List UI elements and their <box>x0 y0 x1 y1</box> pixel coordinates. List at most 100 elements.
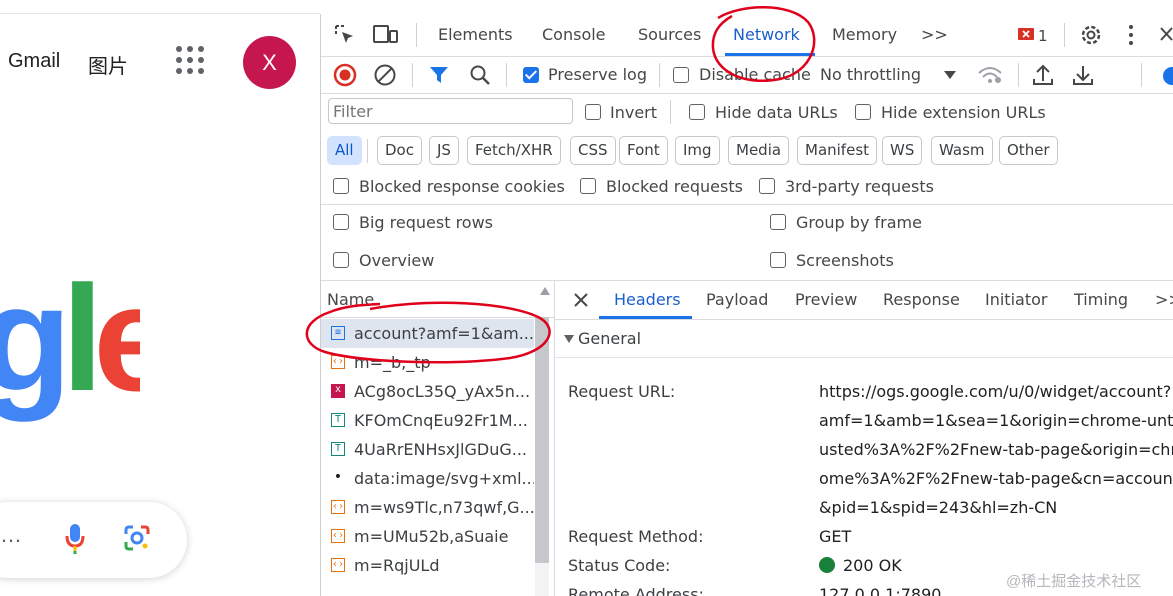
filter-input[interactable] <box>328 98 573 124</box>
big-rows-checkbox[interactable] <box>333 214 349 230</box>
request-method-value: GET <box>819 527 852 546</box>
chip-ws[interactable]: WS <box>882 136 923 165</box>
device-toolbar-icon[interactable] <box>373 24 399 46</box>
tab-response[interactable]: Response <box>883 290 960 309</box>
clear-icon[interactable] <box>373 63 397 87</box>
request-detail-pane: Headers Payload Preview Response Initiat… <box>555 281 1173 596</box>
chip-media[interactable]: Media <box>728 136 790 165</box>
overview-checkbox[interactable] <box>333 252 349 268</box>
data-url-dot-icon: • <box>333 469 343 485</box>
general-section-header[interactable]: General <box>555 320 1173 358</box>
microphone-icon[interactable] <box>65 522 85 554</box>
error-icon[interactable] <box>1018 28 1034 42</box>
request-url-line: ome%3A%2F%2Fnew-tab-page&cn=account <box>819 469 1173 488</box>
chip-css[interactable]: CSS <box>570 136 616 165</box>
devtools-tab-bar: Elements Console Sources Network Memory … <box>321 14 1173 57</box>
status-code-label: Status Code: <box>568 556 671 575</box>
status-ok-icon <box>819 557 835 573</box>
remote-address-label: Remote Address: <box>568 585 704 596</box>
more-tabs-button[interactable]: >> <box>921 25 948 44</box>
tab-headers[interactable]: Headers <box>614 290 681 309</box>
tab-elements[interactable]: Elements <box>438 25 513 44</box>
more-options-icon[interactable] <box>1127 24 1135 46</box>
script-icon: ‹› <box>331 558 345 572</box>
hide-extension-urls-checkbox[interactable] <box>855 104 871 120</box>
invert-checkbox[interactable] <box>585 104 601 120</box>
sort-ascending-icon[interactable] <box>540 287 550 295</box>
request-list-scrollbar-thumb[interactable] <box>535 317 549 563</box>
screenshots-checkbox[interactable] <box>770 252 786 268</box>
overview-label: Overview <box>359 251 435 270</box>
tab-timing[interactable]: Timing <box>1074 290 1128 309</box>
throttling-select[interactable]: No throttling <box>820 65 921 84</box>
chip-js[interactable]: JS <box>429 136 459 165</box>
disable-cache-checkbox[interactable] <box>673 67 689 83</box>
inspect-element-icon[interactable] <box>334 24 356 46</box>
third-party-checkbox[interactable] <box>759 178 775 194</box>
request-name: 4UaRrENHsxJlGDuG... <box>354 440 527 459</box>
import-har-icon[interactable] <box>1032 63 1054 87</box>
chip-wasm[interactable]: Wasm <box>931 136 993 165</box>
filter-icon[interactable] <box>429 65 449 85</box>
google-lens-icon[interactable] <box>123 524 151 552</box>
google-new-tab-page: Gmail 图片 X gle … <box>0 0 320 596</box>
error-count[interactable]: 1 <box>1038 27 1048 45</box>
search-icon[interactable] <box>469 64 491 86</box>
export-har-icon[interactable] <box>1072 63 1094 87</box>
gmail-link[interactable]: Gmail <box>8 50 60 73</box>
tab-preview[interactable]: Preview <box>795 290 857 309</box>
name-column-header[interactable]: Name <box>321 281 554 318</box>
blocked-requests-label: Blocked requests <box>606 177 743 196</box>
google-logo: gle <box>0 280 140 422</box>
settings-gear-icon[interactable] <box>1079 23 1103 47</box>
request-row[interactable]: ‹› m=RqjULd <box>321 551 534 580</box>
chip-other[interactable]: Other <box>999 136 1058 165</box>
network-settings-gear-icon[interactable] <box>1161 65 1173 87</box>
request-row[interactable]: ≡ account?amf=1&am... <box>321 319 534 348</box>
chip-font[interactable]: Font <box>619 136 668 165</box>
request-row[interactable]: ‹› m=ws9Tlc,n73qwf,G... <box>321 493 534 522</box>
network-settings-pane: Big request rows Group by frame Overview… <box>321 204 1173 281</box>
group-by-frame-checkbox[interactable] <box>770 214 786 230</box>
chip-doc[interactable]: Doc <box>377 136 422 165</box>
preserve-log-checkbox[interactable] <box>523 67 539 83</box>
separator <box>659 63 660 87</box>
account-avatar[interactable]: X <box>243 36 296 89</box>
blocked-cookies-checkbox[interactable] <box>333 178 349 194</box>
request-row[interactable]: x ACg8ocL35Q_yAx5n... <box>321 377 534 406</box>
network-toolbar: Preserve log Disable cache No throttling <box>321 56 1173 94</box>
tab-memory[interactable]: Memory <box>832 25 897 44</box>
hide-data-urls-checkbox[interactable] <box>689 104 705 120</box>
third-party-label: 3rd-party requests <box>785 177 934 196</box>
tab-network[interactable]: Network <box>733 25 800 44</box>
tab-console[interactable]: Console <box>542 25 606 44</box>
apps-grid-icon[interactable] <box>176 46 204 74</box>
close-detail-icon[interactable] <box>573 292 589 308</box>
blocked-requests-checkbox[interactable] <box>580 178 596 194</box>
dropdown-arrow-icon[interactable] <box>943 70 957 80</box>
request-row[interactable]: • data:image/svg+xml... <box>321 464 534 493</box>
status-holder <box>555 557 835 573</box>
network-conditions-icon[interactable] <box>977 65 1003 85</box>
stop-recording-icon[interactable] <box>333 63 357 87</box>
blocked-cookies-label: Blocked response cookies <box>359 177 565 196</box>
hide-data-urls-label: Hide data URLs <box>715 103 838 122</box>
separator <box>367 139 368 163</box>
more-detail-tabs-button[interactable]: >> <box>1155 290 1173 309</box>
request-row[interactable]: T KFOmCnqEu92Fr1M... <box>321 406 534 435</box>
chip-img[interactable]: Img <box>675 136 720 165</box>
tab-initiator[interactable]: Initiator <box>985 290 1047 309</box>
request-row[interactable]: T 4UaRrENHsxJlGDuG... <box>321 435 534 464</box>
close-devtools-icon[interactable] <box>1159 25 1173 43</box>
tab-sources[interactable]: Sources <box>638 25 701 44</box>
chip-manifest[interactable]: Manifest <box>797 136 878 165</box>
chip-all[interactable]: All <box>327 136 362 165</box>
request-row[interactable]: ‹› m=_b,_tp <box>321 348 534 377</box>
chip-fetch-xhr[interactable]: Fetch/XHR <box>467 136 561 165</box>
tab-payload[interactable]: Payload <box>706 290 768 309</box>
separator <box>1018 63 1019 87</box>
images-link[interactable]: 图片 <box>88 50 128 79</box>
search-box[interactable]: … <box>0 502 187 578</box>
request-row[interactable]: ‹› m=UMu52b,aSuaie <box>321 522 534 551</box>
script-icon: ‹› <box>331 355 345 369</box>
